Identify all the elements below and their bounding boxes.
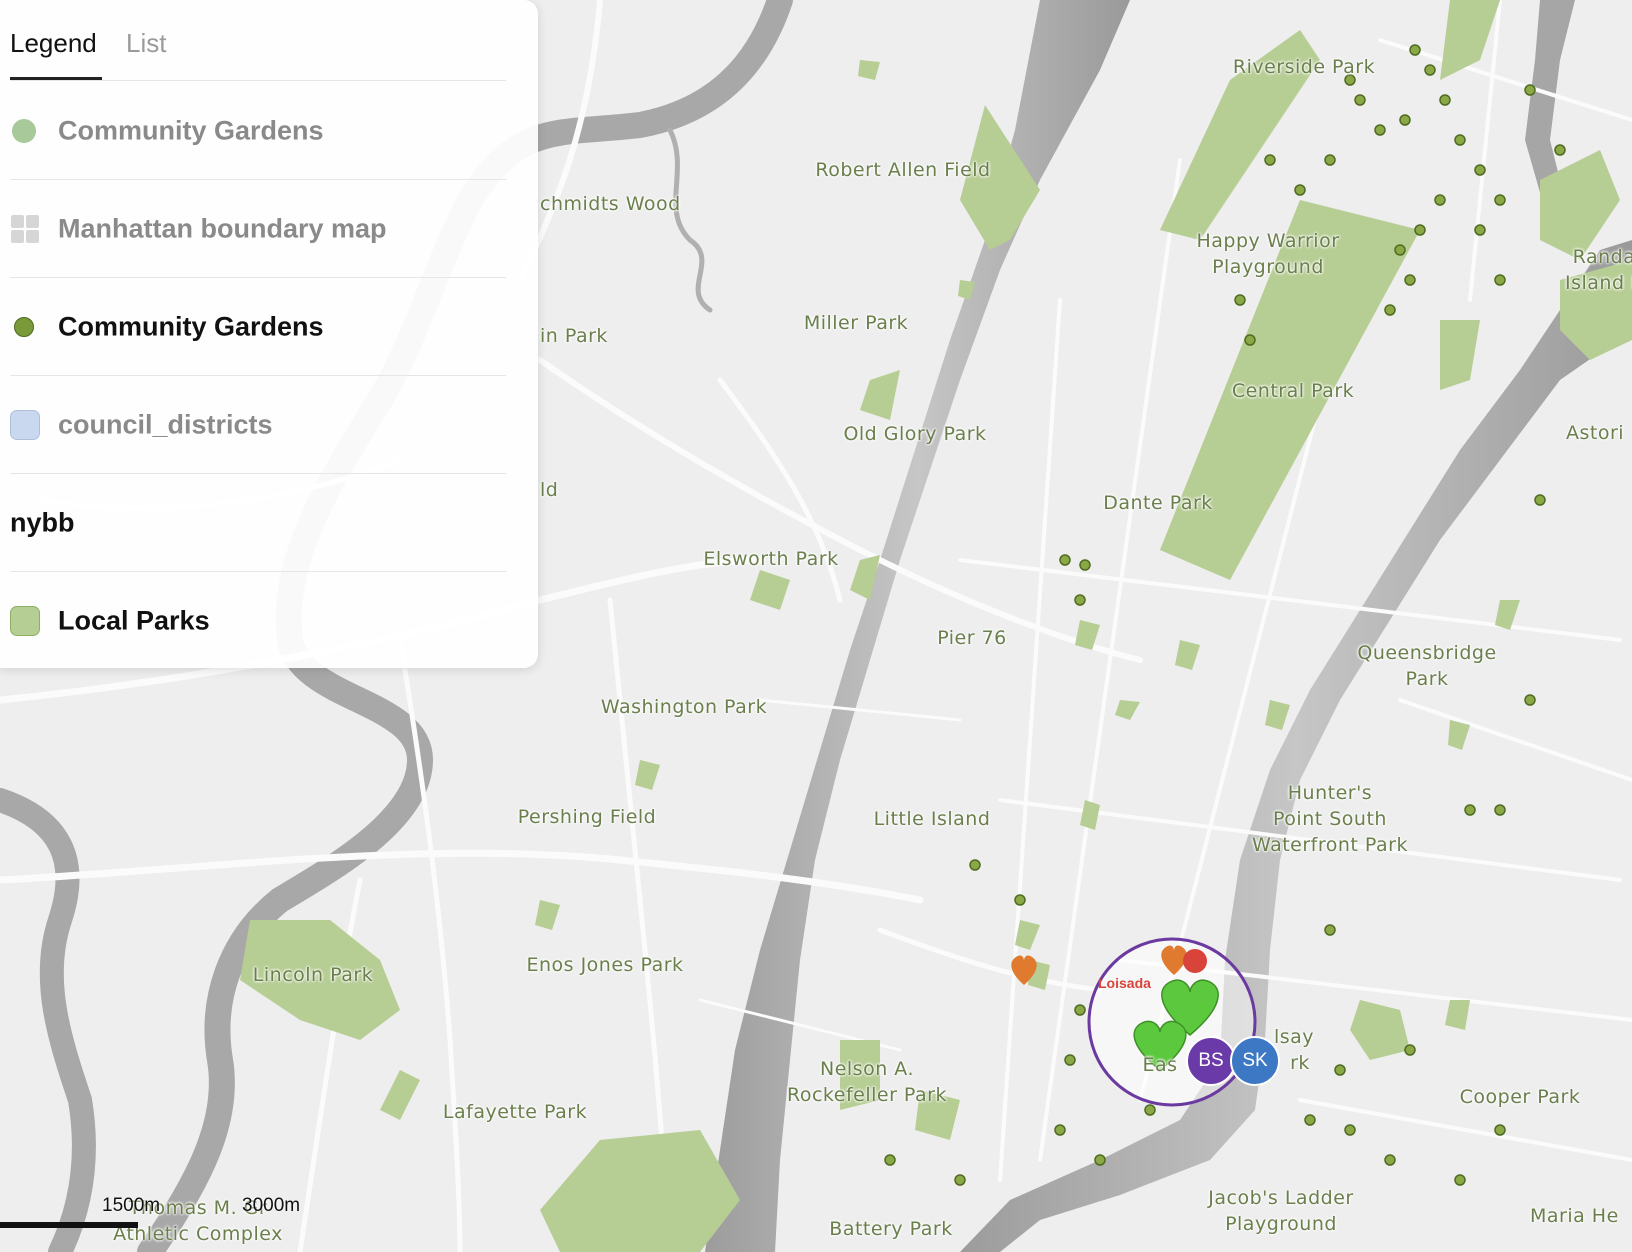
legend-panel: Legend List Community Gardens Manhattan … — [0, 0, 538, 668]
legend-item-community-gardens[interactable]: Community Gardens — [10, 278, 506, 376]
legend-item-label: Local Parks — [58, 605, 210, 635]
user-avatar-bs[interactable]: BS — [1186, 1036, 1236, 1086]
map-tiles-icon — [11, 214, 39, 243]
legend-tabs: Legend List — [10, 14, 506, 81]
cluster-label: Loisada — [1098, 975, 1151, 991]
legend-item-nybb[interactable]: nybb — [10, 474, 506, 572]
legend-item-label: nybb — [10, 507, 75, 537]
legend-item-label: Community Gardens — [58, 115, 324, 145]
scale-label-1500: 1500m — [102, 1195, 161, 1216]
scale-bar — [0, 1222, 138, 1228]
scale-label-3000: 3000m — [242, 1195, 301, 1216]
circle-icon — [12, 118, 36, 143]
legend-item-council-districts[interactable]: council_districts — [10, 376, 506, 474]
legend-item-local-parks[interactable]: Local Parks — [10, 572, 506, 669]
tab-list[interactable]: List — [126, 28, 166, 59]
polygon-icon — [10, 605, 40, 636]
user-avatar-sk[interactable]: SK — [1230, 1036, 1280, 1086]
legend-item-label: Community Gardens — [58, 311, 324, 341]
active-tab-underline — [10, 77, 102, 80]
legend-item-manhattan-boundary-map[interactable]: Manhattan boundary map — [10, 180, 506, 278]
legend-item-label: council_districts — [58, 409, 273, 439]
circle-icon — [14, 316, 34, 337]
red-pin-marker[interactable] — [1183, 949, 1207, 973]
polygon-icon — [10, 409, 40, 440]
tab-legend[interactable]: Legend — [10, 28, 97, 59]
legend-item-label: Manhattan boundary map — [58, 213, 387, 243]
legend-item-community-gardens-light[interactable]: Community Gardens — [10, 82, 506, 180]
